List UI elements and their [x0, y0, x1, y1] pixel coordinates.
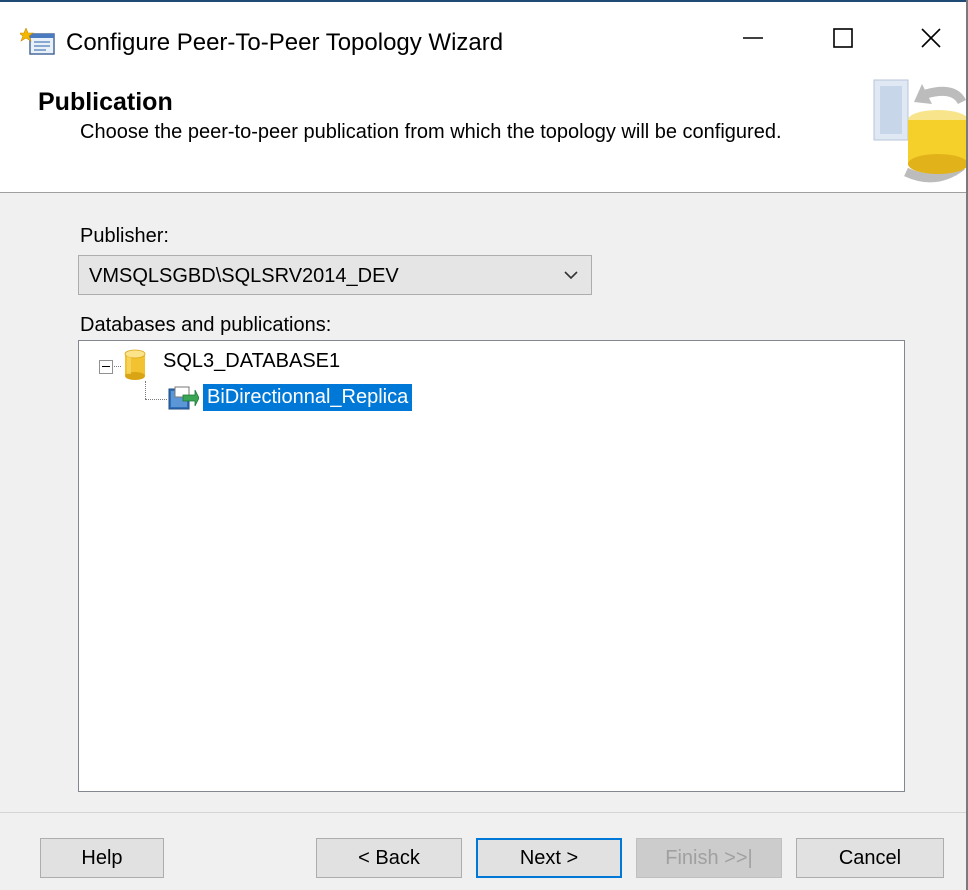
close-icon — [921, 28, 941, 48]
tree-item-publication[interactable]: BiDirectionnal_Replica — [203, 384, 413, 411]
publisher-label: Publisher: — [80, 225, 169, 247]
tree-connector — [145, 381, 146, 399]
finish-button[interactable]: Finish >>| — [636, 838, 782, 878]
minimize-icon — [743, 37, 763, 39]
wizard-footer: Help < Back Next > Finish >>| Cancel — [0, 812, 966, 890]
page-title: Publication — [38, 88, 173, 116]
cancel-button[interactable]: Cancel — [796, 838, 944, 878]
publisher-selected-value: VMSQLSGBD\SQLSRV2014_DEV — [89, 265, 399, 287]
help-button[interactable]: Help — [40, 838, 164, 878]
publisher-dropdown[interactable]: VMSQLSGBD\SQLSRV2014_DEV — [78, 255, 592, 295]
title-bar[interactable]: Configure Peer-To-Peer Topology Wizard — [0, 2, 966, 76]
wizard-header: Publication Choose the peer-to-peer publ… — [0, 76, 968, 193]
chevron-down-icon — [563, 268, 579, 282]
databases-tree[interactable]: SQL3_DATABASE1 BiDirectionnal_Replica — [78, 340, 905, 792]
tree-connector — [145, 399, 167, 400]
database-icon — [123, 349, 147, 381]
back-button[interactable]: < Back — [316, 838, 462, 878]
next-button[interactable]: Next > — [476, 838, 622, 878]
window-title: Configure Peer-To-Peer Topology Wizard — [66, 29, 504, 56]
replication-graphic-icon — [866, 76, 968, 192]
publication-icon — [167, 385, 200, 411]
maximize-icon — [833, 28, 853, 48]
collapse-toggle-icon[interactable] — [99, 360, 113, 374]
tree-item-database[interactable]: SQL3_DATABASE1 — [163, 350, 340, 373]
maximize-button[interactable] — [812, 12, 874, 64]
close-button[interactable] — [900, 12, 962, 64]
databases-label: Databases and publications: — [80, 314, 332, 336]
minimize-button[interactable] — [722, 12, 784, 64]
page-subtitle: Choose the peer-to-peer publication from… — [80, 121, 782, 143]
wizard-window: Configure Peer-To-Peer Topology Wizard P… — [0, 0, 968, 890]
wizard-app-icon — [18, 27, 56, 56]
tree-connector — [114, 366, 121, 367]
